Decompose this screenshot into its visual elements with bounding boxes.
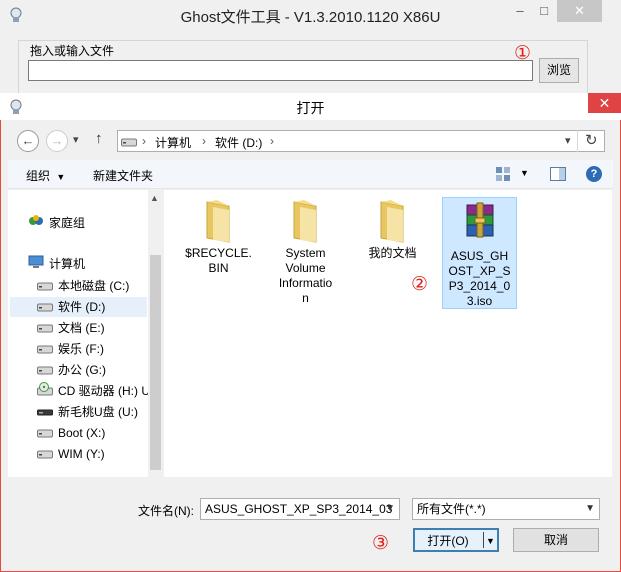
file-path-input[interactable]: [28, 60, 533, 81]
file-name-line: Informatio: [278, 276, 333, 290]
nav-item-drive-d[interactable]: 软件 (D:): [10, 297, 147, 317]
file-name-line: BIN: [208, 261, 229, 275]
file-name-line: Volume: [285, 261, 326, 275]
refresh-button[interactable]: ↻: [585, 131, 598, 149]
drive-icon: [37, 277, 53, 297]
help-icon[interactable]: ?: [586, 166, 602, 182]
nav-item-drive-e[interactable]: 文档 (E:): [37, 318, 105, 338]
scrollbar-thumb[interactable]: [150, 255, 161, 470]
view-dropdown-icon[interactable]: ▼: [520, 168, 529, 178]
drive-icon: [37, 361, 53, 381]
file-name-line: OST_XP_S: [448, 264, 511, 278]
computer-icon: [28, 255, 44, 275]
file-name-line: ASUS_GH: [450, 249, 509, 263]
drive-icon: [37, 340, 53, 360]
cd-drive-icon: [37, 381, 53, 401]
nav-item-drive-f[interactable]: 娱乐 (F:): [37, 339, 104, 359]
nav-item-label: WIM (Y:): [58, 447, 105, 461]
annotation-marker-1: ①: [514, 43, 532, 64]
filename-combo[interactable]: ASUS_GHOST_XP_SP3_2014_03 ▼: [200, 498, 400, 520]
nav-item-label: CD 驱动器 (H:) U: [58, 384, 148, 398]
nav-item-label: 本地磁盘 (C:): [58, 279, 130, 293]
file-group-label: 拖入或输入文件: [28, 42, 117, 59]
file-item-my-documents[interactable]: 我的文档: [355, 198, 430, 268]
recent-locations-dropdown[interactable]: ▾: [73, 133, 79, 146]
open-button[interactable]: 打开(O) ▼: [413, 528, 499, 552]
filetype-value: 所有文件(*.*): [417, 502, 486, 516]
filetype-select[interactable]: 所有文件(*.*) ▼: [412, 498, 600, 520]
homegroup-icon: [28, 214, 44, 234]
cancel-button[interactable]: 取消: [513, 528, 599, 552]
nav-item-drive-u[interactable]: 新毛桃U盘 (U:): [37, 402, 138, 422]
up-button[interactable]: ↑: [95, 130, 103, 147]
organize-label: 组织: [26, 169, 51, 183]
file-item-asus-ghost-iso[interactable]: ASUS_GH OST_XP_S P3_2014_0 3.iso: [442, 197, 517, 309]
nav-item-label: 新毛桃U盘 (U:): [58, 405, 138, 419]
breadcrumb-separator: ›: [270, 134, 274, 148]
file-name-line: P3_2014_0: [448, 279, 511, 293]
nav-item-label: 家庭组: [49, 216, 86, 230]
nav-item-label: 计算机: [49, 257, 86, 271]
app-close-button[interactable]: ✕: [557, 0, 602, 22]
drive-icon: [37, 319, 53, 339]
preview-pane-icon[interactable]: [550, 166, 566, 182]
back-button[interactable]: ←: [17, 130, 39, 152]
new-folder-button[interactable]: 新建文件夹: [93, 167, 153, 184]
drive-icon: [37, 445, 53, 465]
file-name-line: 我的文档: [368, 246, 417, 260]
address-history-dropdown[interactable]: ▾: [565, 134, 571, 147]
chevron-down-icon[interactable]: ▼: [385, 499, 395, 519]
drive-icon: [37, 298, 53, 318]
nav-item-label: 办公 (G:): [58, 363, 106, 377]
nav-item-label: 娱乐 (F:): [58, 342, 104, 356]
nav-item-homegroup[interactable]: 家庭组: [28, 213, 85, 233]
nav-item-drive-y[interactable]: WIM (Y:): [37, 444, 105, 464]
nav-item-label: Boot (X:): [58, 426, 106, 440]
breadcrumb-drive-d[interactable]: 软件 (D:): [215, 134, 262, 151]
open-dropdown-icon[interactable]: ▼: [486, 530, 495, 552]
archive-icon: [443, 198, 516, 249]
folder-icon: [355, 198, 430, 246]
open-button-label: 打开(O): [427, 534, 469, 548]
nav-item-label: 文档 (E:): [58, 321, 105, 335]
dialog-close-button[interactable]: ✕: [588, 93, 621, 113]
file-item-system-volume-information[interactable]: System Volume Informatio n: [268, 198, 343, 308]
scroll-up-icon[interactable]: ▲: [150, 193, 159, 203]
filename-label: 文件名(N):: [138, 504, 194, 518]
filename-value: ASUS_GHOST_XP_SP3_2014_03: [205, 502, 393, 516]
chevron-down-icon: ▼: [56, 172, 66, 182]
file-name-line: n: [302, 291, 309, 305]
annotation-marker-2: ②: [411, 274, 429, 295]
nav-item-computer[interactable]: 计算机: [28, 254, 85, 274]
address-divider: [577, 130, 578, 152]
file-item-recycle-bin[interactable]: $RECYCLE. BIN: [181, 198, 256, 298]
view-options-icon[interactable]: [495, 166, 511, 182]
nav-item-drive-g[interactable]: 办公 (G:): [37, 360, 106, 380]
nav-item-label: 软件 (D:): [58, 300, 106, 314]
annotation-marker-3: ③: [372, 533, 390, 554]
nav-item-drive-c[interactable]: 本地磁盘 (C:): [37, 276, 129, 296]
dialog-title: 打开: [296, 100, 325, 116]
usb-drive-icon: [37, 403, 53, 423]
folder-icon: [181, 198, 256, 246]
drive-icon: [121, 136, 137, 147]
drive-icon: [37, 424, 53, 444]
breadcrumb-separator: ›: [202, 134, 206, 148]
organize-menu[interactable]: 组织 ▼: [26, 167, 65, 184]
maximize-button[interactable]: □: [530, 0, 558, 22]
nav-item-drive-h[interactable]: CD 驱动器 (H:) U: [37, 381, 148, 401]
forward-button[interactable]: →: [46, 130, 68, 152]
file-name-line: 3.iso: [466, 294, 493, 308]
breadcrumb-computer[interactable]: 计算机: [155, 134, 191, 151]
browse-button[interactable]: 浏览: [539, 58, 579, 83]
split-divider: [483, 532, 484, 548]
file-name-line: System: [285, 246, 326, 260]
folder-icon: [268, 198, 343, 246]
chevron-down-icon[interactable]: ▼: [585, 499, 595, 519]
nav-item-drive-x[interactable]: Boot (X:): [37, 423, 105, 443]
breadcrumb-separator: ›: [142, 134, 146, 148]
file-name-line: $RECYCLE.: [185, 246, 252, 260]
